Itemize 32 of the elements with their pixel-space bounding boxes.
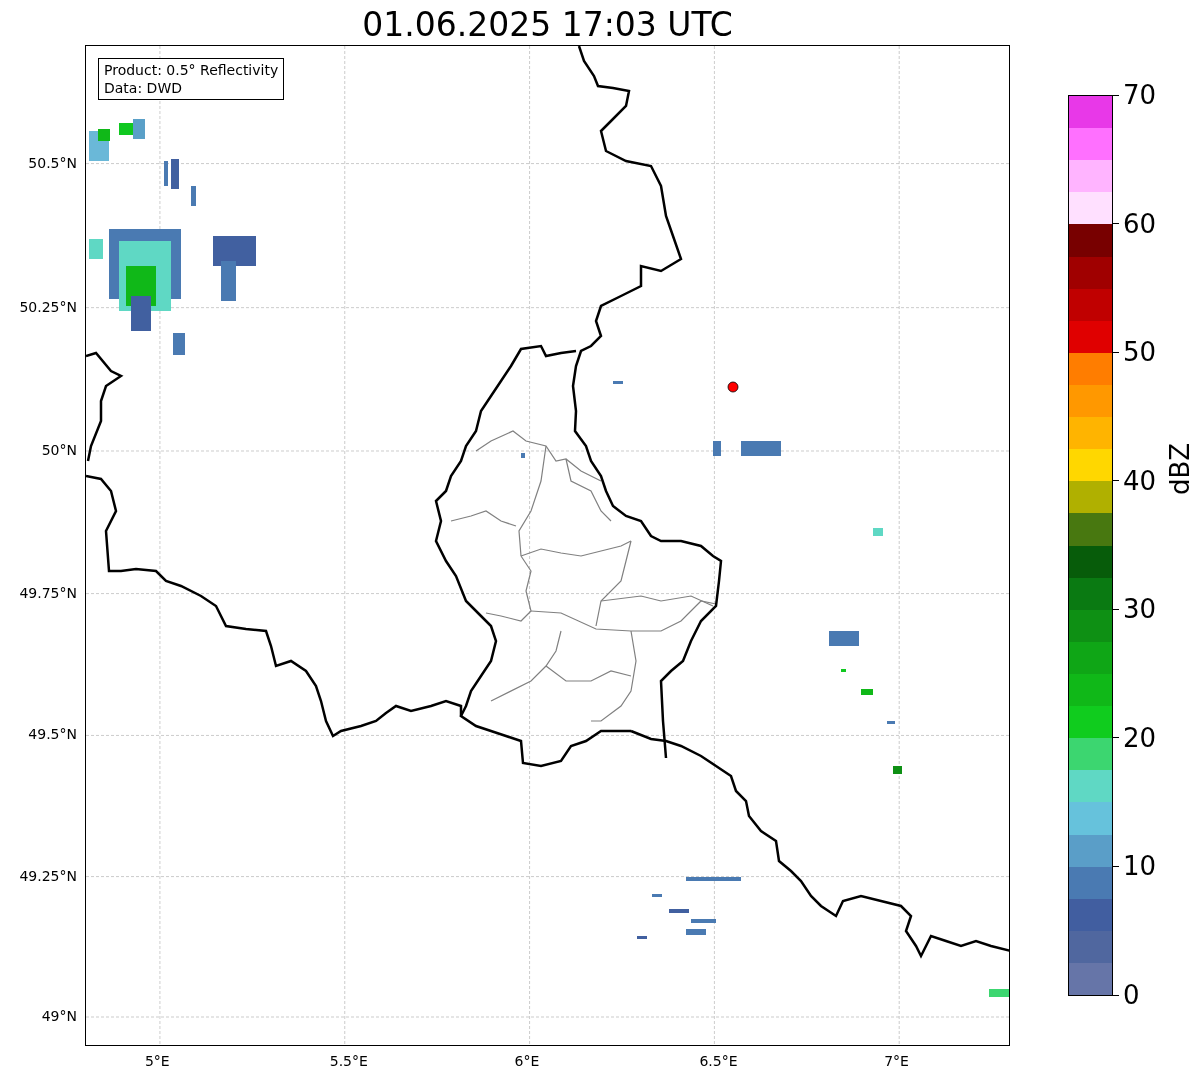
location-marker — [727, 381, 739, 393]
axis-tick-label: 49.5°N — [28, 726, 77, 743]
colorbar-label: dBZ — [1165, 442, 1195, 495]
precipitation-echo — [164, 159, 196, 206]
colorbar-tick-label: 40 — [1123, 465, 1157, 496]
axis-tick-label: 6°E — [514, 1053, 540, 1069]
colorbar-tick-label: 30 — [1123, 594, 1157, 625]
axis-tick-label: 50°N — [41, 442, 77, 458]
precipitation-echo — [173, 333, 185, 355]
axis-tick-label: 6.5°E — [699, 1053, 738, 1069]
colorbar-tick-label: 50 — [1123, 337, 1157, 368]
axis-tick-label: 5.5°E — [329, 1053, 368, 1069]
axis-tick-label: 49°N — [41, 1008, 77, 1024]
axis-tick-label: 50.5°N — [28, 154, 77, 171]
precipitation-echo — [89, 119, 145, 161]
axis-tick-label: 5°E — [144, 1053, 170, 1069]
colorbar-tick-label: 20 — [1123, 722, 1157, 753]
axis-tick-label: 49.75°N — [19, 584, 77, 601]
colorbar-tick-label: 60 — [1123, 208, 1157, 239]
precipitation-echo — [893, 766, 902, 774]
precipitation-echo — [989, 989, 1009, 997]
precipitation-echo — [873, 528, 883, 536]
colorbar-tick-label: 70 — [1123, 80, 1157, 110]
legend-text: Product: 0.5° Reflectivity — [104, 61, 279, 79]
colorbar-tick-label: 0 — [1123, 980, 1140, 1010]
axis-tick-label: 49.25°N — [19, 867, 77, 884]
chart-title: 01.06.2025 17:03 UTC — [362, 5, 733, 45]
legend-text: Data: DWD — [104, 79, 183, 97]
precipitation-echo — [213, 236, 256, 301]
axis-tick-label: 50.25°N — [19, 298, 77, 315]
axis-tick-label: 7°E — [884, 1053, 909, 1069]
colorbar-tick-label: 10 — [1123, 851, 1157, 882]
